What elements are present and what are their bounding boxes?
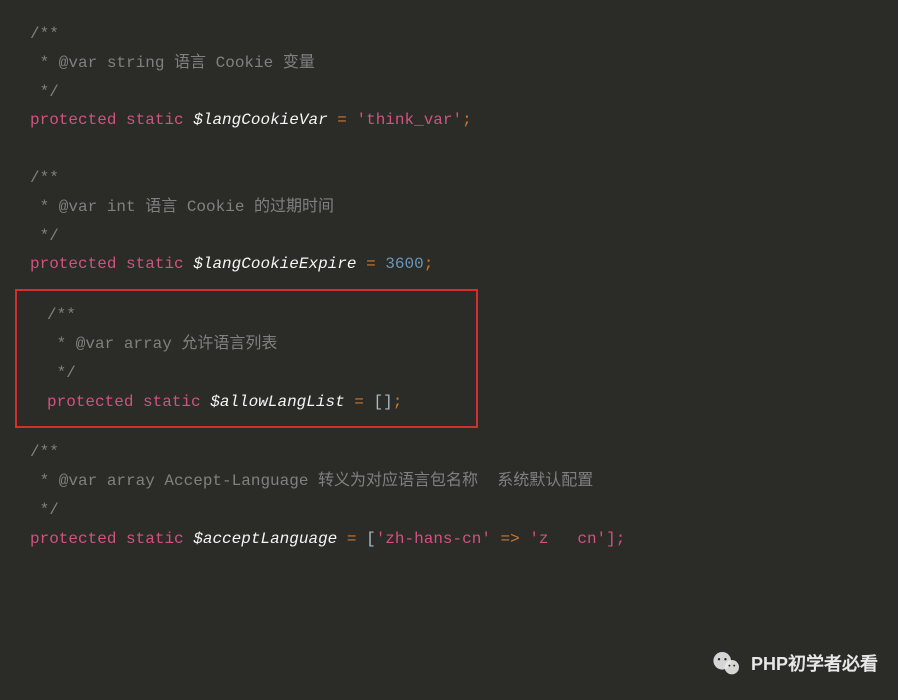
watermark-text: PHP初学者必看	[751, 648, 878, 680]
code-block-1: /** * @var string 语言 Cookie 变量 */ protec…	[0, 20, 898, 164]
keyword-protected: protected	[30, 111, 116, 129]
comment-open: /**	[30, 20, 868, 49]
comment-close: */	[47, 359, 446, 388]
keyword-static: static	[126, 111, 184, 129]
operator-equals: =	[328, 111, 357, 129]
bracket-open: [	[366, 530, 376, 548]
keyword-protected: protected	[30, 530, 116, 548]
watermark: PHP初学者必看	[711, 648, 878, 680]
code-block-4: /** * @var array Accept-Language 转义为对应语言…	[0, 438, 898, 553]
comment-open: /**	[47, 301, 446, 330]
keyword-static: static	[126, 255, 184, 273]
string-value: 'think_var'	[356, 111, 462, 129]
operator-equals: =	[345, 393, 374, 411]
comment-line: * @var array Accept-Language 转义为对应语言包名称 …	[30, 467, 868, 496]
string-partial: 'z	[529, 530, 548, 548]
comment-line: * @var string 语言 Cookie 变量	[30, 49, 868, 78]
keyword-static: static	[126, 530, 184, 548]
semicolon: ;	[393, 393, 403, 411]
variable: $allowLangList	[210, 393, 344, 411]
code-editor: /** * @var string 语言 Cookie 变量 */ protec…	[0, 20, 898, 554]
code-block-2: /** * @var int 语言 Cookie 的过期时间 */ protec…	[0, 164, 898, 279]
variable: $langCookieExpire	[193, 255, 356, 273]
comment-close: */	[30, 222, 868, 251]
operator-equals: =	[356, 255, 385, 273]
operator-arrow: =>	[491, 530, 529, 548]
semicolon: ;	[462, 111, 472, 129]
comment-open: /**	[30, 164, 868, 193]
variable: $langCookieVar	[193, 111, 327, 129]
code-line: protected static $langCookieExpire = 360…	[30, 250, 868, 279]
highlighted-code-block: /** * @var array 允许语言列表 */ protected sta…	[15, 289, 478, 428]
string-partial-2: cn'];	[577, 530, 625, 548]
keyword-protected: protected	[30, 255, 116, 273]
wechat-icon	[711, 648, 743, 680]
comment-line: * @var array 允许语言列表	[47, 330, 446, 359]
operator-equals: =	[337, 530, 366, 548]
keyword-protected: protected	[47, 393, 133, 411]
string-key: 'zh-hans-cn'	[376, 530, 491, 548]
blank-line	[30, 135, 868, 164]
comment-open: /**	[30, 438, 868, 467]
code-line: protected static $langCookieVar = 'think…	[30, 106, 868, 135]
array-value: []	[373, 393, 392, 411]
code-line: protected static $acceptLanguage = ['zh-…	[30, 525, 868, 554]
code-line: protected static $allowLangList = [];	[47, 388, 446, 417]
number-value: 3600	[385, 255, 423, 273]
comment-close: */	[30, 78, 868, 107]
variable: $acceptLanguage	[193, 530, 337, 548]
comment-close: */	[30, 496, 868, 525]
keyword-static: static	[143, 393, 201, 411]
comment-line: * @var int 语言 Cookie 的过期时间	[30, 193, 868, 222]
semicolon: ;	[424, 255, 434, 273]
